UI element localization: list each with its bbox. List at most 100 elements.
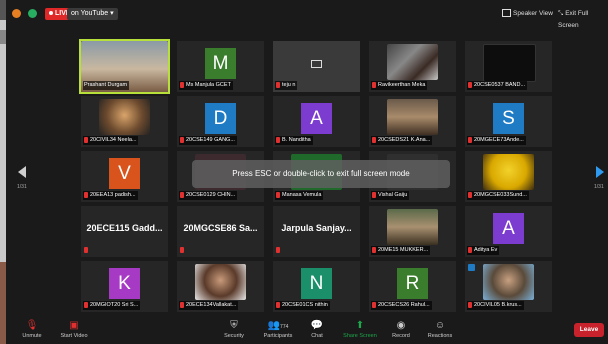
- participant-video: [483, 44, 536, 82]
- participant-name: Aditya Ev: [467, 246, 500, 255]
- muted-mic-icon: [180, 191, 184, 198]
- avatar: M: [205, 48, 236, 79]
- muted-mic-icon: [84, 301, 88, 308]
- on-youtube-dropdown[interactable]: on YouTube ▾: [67, 8, 118, 20]
- participant-tile[interactable]: Ravikeerthan Meka: [369, 41, 456, 92]
- muted-mic-icon: [84, 136, 88, 143]
- participant-name: 20CSEDS21 K.Ana...: [371, 136, 433, 145]
- participant-tile[interactable]: 20CSE0537 BAND...: [465, 41, 552, 92]
- participant-name: 20CSE149 GANG...: [179, 136, 237, 145]
- participant-video: [387, 209, 438, 245]
- participant-tile[interactable]: Jarpula Sanjay...: [273, 206, 360, 257]
- participant-tile[interactable]: 20CIVIL34 Neela...: [81, 96, 168, 147]
- participant-name: 20CSECS26 Rahul...: [371, 301, 432, 310]
- shield-icon[interactable]: [28, 9, 37, 18]
- leave-button[interactable]: Leave: [574, 323, 604, 337]
- participant-tile[interactable]: teju n: [273, 41, 360, 92]
- speaker-view-label: Speaker View: [513, 10, 553, 17]
- participant-name: 20MGECE73Ande...: [467, 136, 526, 145]
- participant-tile[interactable]: 20CIVIL05 B.krus...: [465, 261, 552, 312]
- muted-mic-icon: [276, 191, 280, 198]
- next-page-arrow-icon[interactable]: [596, 166, 604, 178]
- participant-tile[interactable]: 20ECE115 Gadd...: [81, 206, 168, 257]
- participant-name: 20ME15 MUKKER...: [371, 246, 431, 255]
- muted-mic-icon: [84, 246, 88, 253]
- muted-mic-icon: [84, 191, 88, 198]
- participant-name: Prashant Durgam: [83, 81, 130, 90]
- previous-page-arrow-icon[interactable]: [18, 166, 26, 178]
- on-youtube-label: on YouTube: [71, 10, 109, 17]
- participant-name: 20ECE134Vallakat...: [179, 301, 239, 310]
- muted-indicator: [179, 246, 188, 255]
- muted-mic-icon: [276, 136, 280, 143]
- fullscreen-toast: Press ESC or double-click to exit full s…: [192, 160, 450, 188]
- top-bar: LIVE on YouTube ▾ Speaker View ⤡ Exit Ful…: [6, 0, 608, 29]
- avatar: R: [397, 268, 428, 299]
- avatar: K: [109, 268, 140, 299]
- participant-tile[interactable]: 20MGCSE86 Sa...: [177, 206, 264, 257]
- participant-tile[interactable]: Prashant Durgam: [79, 39, 170, 94]
- speaker-view-button[interactable]: Speaker View: [502, 8, 553, 20]
- start-video-button[interactable]: ▣ Start Video: [48, 320, 100, 339]
- muted-mic-icon: [468, 191, 472, 198]
- participant-name: B. Nanditha: [275, 136, 313, 145]
- participant-tile[interactable]: R 20CSECS26 Rahul...: [369, 261, 456, 312]
- muted-mic-icon: [180, 136, 184, 143]
- muted-mic-icon: [372, 191, 376, 198]
- reactions-button[interactable]: ☺ Reactions: [414, 320, 466, 339]
- participant-tile[interactable]: A Aditya Ev: [465, 206, 552, 257]
- muted-mic-icon: [180, 246, 184, 253]
- exit-fullscreen-icon: ⤡: [558, 10, 564, 17]
- participant-name: 20EEA13 padish...: [83, 191, 138, 200]
- participant-tile[interactable]: A B. Nanditha: [273, 96, 360, 147]
- participant-tile[interactable]: 20ME15 MUKKER...: [369, 206, 456, 257]
- muted-mic-icon: [180, 81, 184, 88]
- participant-name-large: 20ECE115 Gadd...: [86, 223, 163, 233]
- participant-tile[interactable]: D 20CSE149 GANG...: [177, 96, 264, 147]
- participant-tile[interactable]: N 20CSE01CS nithin: [273, 261, 360, 312]
- participant-name: 20CSE01CS nithin: [275, 301, 330, 310]
- info-icon[interactable]: [12, 9, 21, 18]
- page-indicator-left: 1/31: [17, 184, 27, 190]
- page-indicator-right: 1/31: [594, 184, 604, 190]
- participant-name: Vishal Gaiju: [371, 191, 410, 200]
- participant-name: 20MGCSE033Sund...: [467, 191, 529, 200]
- meeting-toolbar: 🎙 Unmute ▣ Start Video ⛨ Security 👥774 Parti…: [6, 318, 608, 344]
- participant-name: teju n: [275, 81, 298, 90]
- participant-name: 20CIVIL05 B.krus...: [467, 301, 524, 310]
- participant-video: [195, 264, 246, 300]
- muted-mic-icon: [276, 246, 280, 253]
- participant-name: Manasa Vemula: [275, 191, 324, 200]
- avatar: D: [205, 103, 236, 134]
- muted-mic-icon: [372, 246, 376, 253]
- avatar: A: [301, 103, 332, 134]
- participant-tile[interactable]: 20ECE134Vallakat...: [177, 261, 264, 312]
- muted-indicator: [83, 246, 92, 255]
- reactions-icon: ☺: [434, 320, 446, 331]
- participant-tile[interactable]: K 20MGIOT20 Sri S...: [81, 261, 168, 312]
- muted-mic-icon: [372, 136, 376, 143]
- participant-name: Ravikeerthan Meka: [371, 81, 428, 90]
- participant-video: [99, 99, 150, 135]
- avatar: S: [493, 103, 524, 134]
- participant-tile[interactable]: 20MGCSE033Sund...: [465, 151, 552, 202]
- participant-name: 20MGIOT20 Sri S...: [83, 301, 141, 310]
- muted-mic-icon: [468, 301, 472, 308]
- participant-name: 20CSE0129 CHIN...: [179, 191, 238, 200]
- participant-tile[interactable]: S 20MGECE73Ande...: [465, 96, 552, 147]
- muted-mic-icon: [372, 301, 376, 308]
- participant-video: [387, 99, 438, 135]
- participant-video: [483, 264, 534, 300]
- live-dot-icon: [49, 11, 53, 16]
- video-off-icon: ▣: [69, 320, 79, 331]
- participant-tile[interactable]: 20CSEDS21 K.Ana...: [369, 96, 456, 147]
- participant-video: [387, 44, 438, 80]
- participant-tile[interactable]: M Ms Manjula GCET: [177, 41, 264, 92]
- participant-tile[interactable]: V 20EEA13 padish...: [81, 151, 168, 202]
- participant-name-large: 20MGCSE86 Sa...: [183, 223, 258, 233]
- exit-full-screen-button[interactable]: ⤡ Exit Full Screen: [558, 8, 608, 29]
- avatar: V: [109, 158, 140, 189]
- muted-mic-icon: [276, 301, 280, 308]
- muted-mic-icon: [468, 81, 472, 88]
- muted-mic-icon: [468, 246, 472, 253]
